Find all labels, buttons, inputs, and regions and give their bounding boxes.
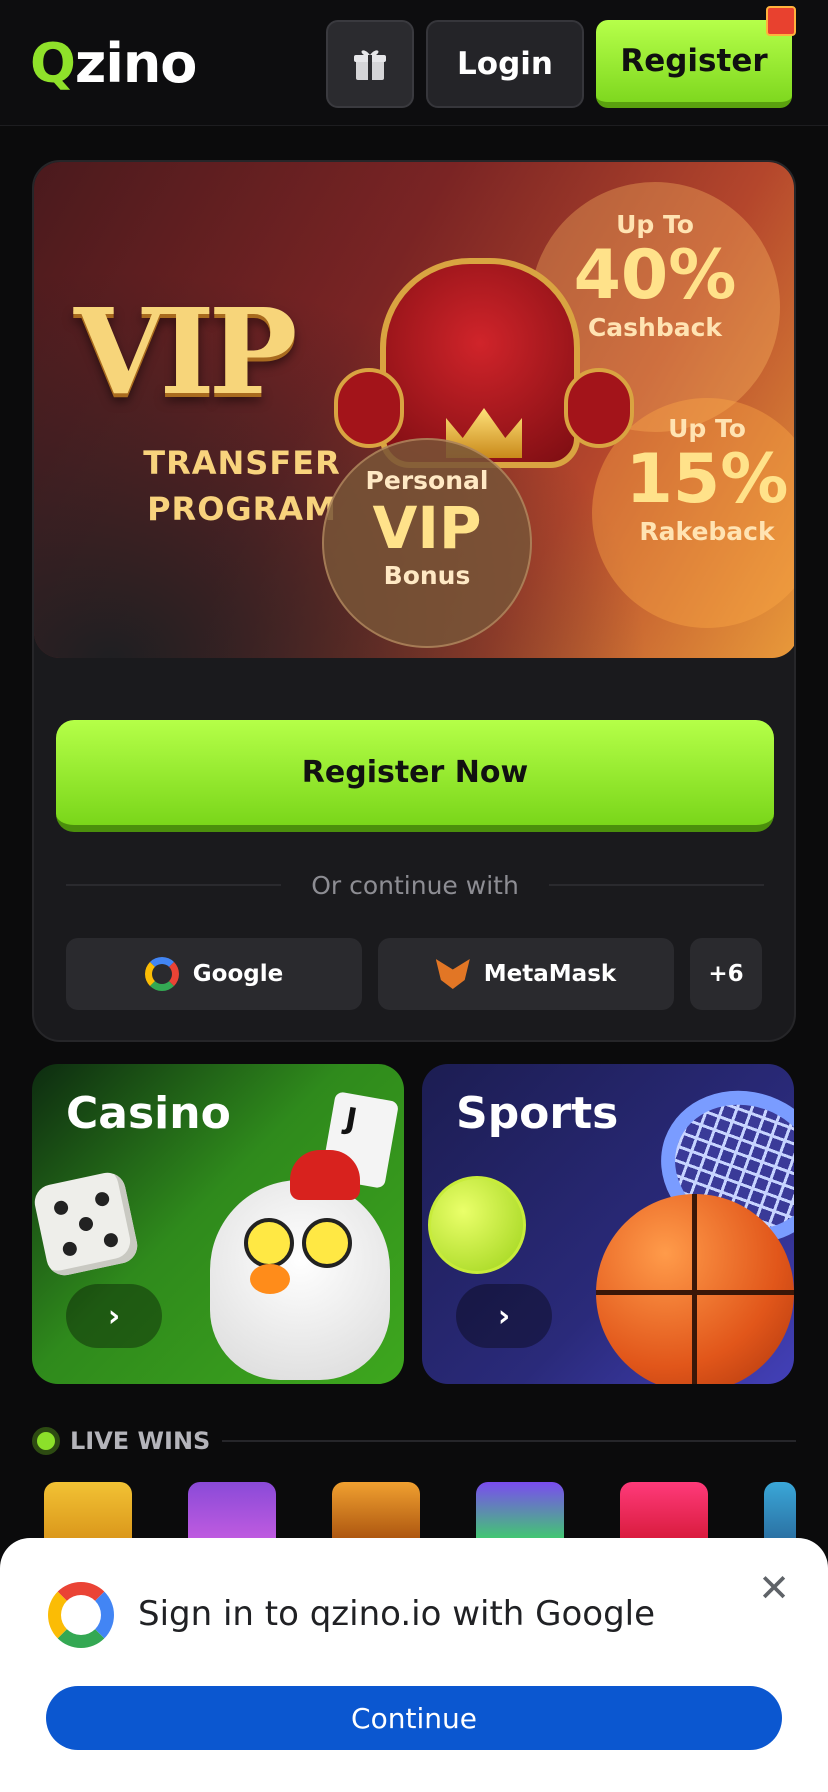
live-wins-header: LIVE WINS: [32, 1424, 796, 1458]
logo-text: zino: [74, 31, 197, 95]
register-button-label: Register: [620, 43, 768, 79]
logo-q-letter: Q: [30, 31, 76, 95]
cashback-prefix: Up To: [616, 210, 694, 239]
basketball-seam: [596, 1290, 794, 1295]
top-header: Qzino Login Register: [0, 0, 828, 126]
personal-vip-badge: Personal VIP Bonus: [322, 438, 532, 648]
personal-label: Bonus: [383, 561, 471, 590]
live-win-game-thumb[interactable]: [620, 1482, 708, 1542]
throne-arm-right: [564, 368, 634, 448]
dice-dot: [61, 1240, 79, 1258]
google-login-button[interactable]: Google: [66, 938, 362, 1010]
vip-title: VIP: [74, 282, 297, 421]
register-now-button[interactable]: Register Now: [56, 720, 774, 832]
metamask-login-button[interactable]: MetaMask: [378, 938, 674, 1010]
sports-category-card[interactable]: Sports ›: [422, 1064, 794, 1384]
metamask-fox-icon: [435, 959, 470, 989]
close-icon[interactable]: ✕: [754, 1568, 794, 1608]
rakeback-label: Rakeback: [639, 517, 775, 546]
live-win-game-thumb[interactable]: [332, 1482, 420, 1542]
basketball-icon: [596, 1194, 794, 1384]
google-continue-button[interactable]: Continue: [46, 1686, 782, 1750]
divider-line-left: [66, 884, 282, 886]
google-sheet-title: Sign in to qzino.io with Google: [138, 1594, 656, 1634]
chicken-beak: [250, 1264, 290, 1294]
live-win-game-thumb[interactable]: [188, 1482, 276, 1542]
more-login-options-button[interactable]: +6: [690, 938, 762, 1010]
register-button[interactable]: Register: [596, 6, 796, 108]
chevron-right-icon: ›: [497, 1298, 511, 1334]
throne-arm-left: [334, 368, 404, 448]
basketball-seam: [692, 1194, 697, 1384]
qzino-logo[interactable]: Qzino: [30, 30, 197, 96]
register-gift-icon: [766, 6, 796, 36]
live-win-game-thumb[interactable]: [476, 1482, 564, 1542]
dice-dot: [93, 1190, 111, 1208]
personal-value: VIP: [372, 494, 482, 562]
login-button[interactable]: Login: [426, 20, 584, 108]
chicken-eye: [244, 1218, 294, 1268]
live-wins-label: LIVE WINS: [70, 1427, 211, 1455]
google-logo-icon: [48, 1582, 114, 1648]
google-one-tap-sheet: Sign in to qzino.io with Google ✕ Contin…: [0, 1538, 828, 1792]
chevron-right-icon: ›: [107, 1298, 121, 1334]
tennis-ball-icon: [428, 1176, 526, 1274]
gift-icon: [354, 50, 386, 80]
google-label: Google: [192, 961, 284, 987]
google-icon: [144, 957, 179, 991]
casino-arrow-button[interactable]: ›: [66, 1284, 162, 1348]
dice-dot: [102, 1231, 120, 1249]
live-win-game-thumb[interactable]: [44, 1482, 132, 1542]
promo-card: Up To 40% Cashback Up To 15% Rakeback VI…: [32, 160, 796, 1042]
gift-button[interactable]: [326, 20, 414, 108]
dice-icon: [32, 1169, 141, 1279]
casino-title: Casino: [66, 1088, 231, 1139]
vip-transfer-banner[interactable]: Up To 40% Cashback Up To 15% Rakeback VI…: [34, 162, 794, 658]
continue-divider: Or continue with: [66, 870, 764, 900]
personal-prefix: Personal: [365, 466, 489, 495]
sports-title: Sports: [456, 1088, 619, 1139]
dice-dot: [52, 1199, 70, 1217]
chicken-eye: [302, 1218, 352, 1268]
chicken-mascot: [210, 1150, 390, 1380]
live-win-game-thumb[interactable]: [764, 1482, 796, 1542]
divider-line-right: [548, 884, 764, 886]
dice-dot: [77, 1215, 95, 1233]
chicken-comb: [290, 1150, 360, 1200]
divider-text: Or continue with: [311, 870, 519, 900]
live-wins-divider: [222, 1440, 796, 1442]
live-indicator-icon: [32, 1427, 60, 1455]
casino-category-card[interactable]: J Casino ›: [32, 1064, 404, 1384]
sports-arrow-button[interactable]: ›: [456, 1284, 552, 1348]
metamask-label: MetaMask: [483, 961, 617, 987]
